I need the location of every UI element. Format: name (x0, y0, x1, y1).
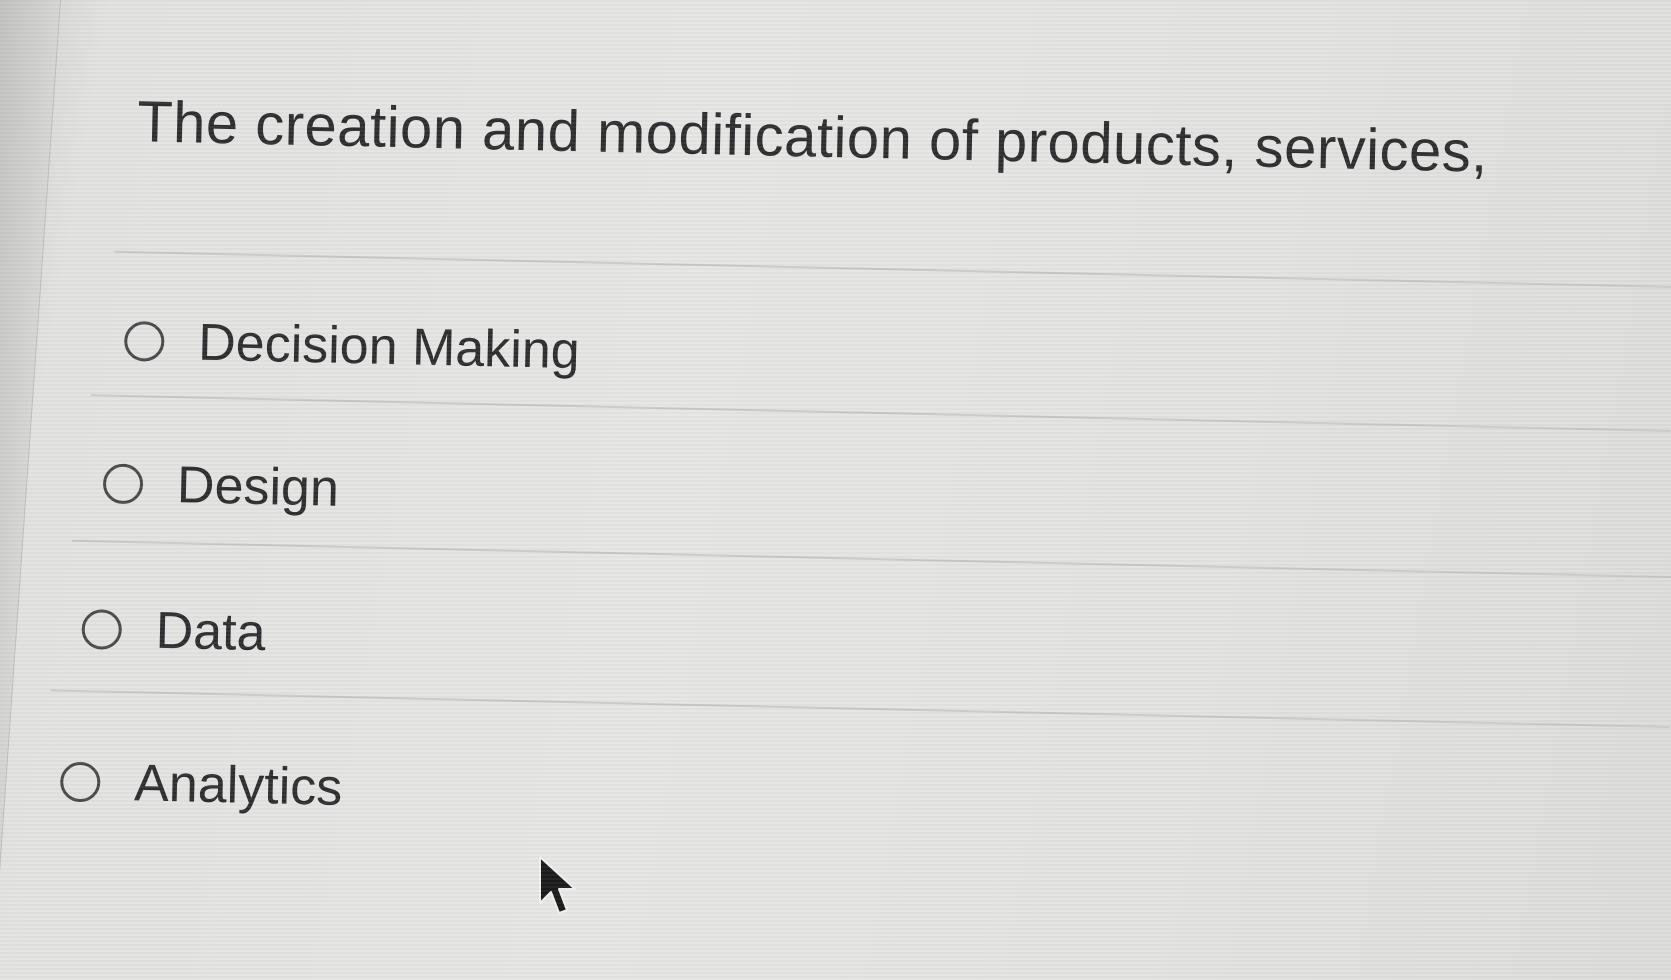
option-decision-making[interactable]: Decision Making (123, 311, 581, 381)
radio-button[interactable] (81, 609, 123, 650)
quiz-question-panel: The creation and modification of product… (0, 0, 1671, 980)
divider (91, 394, 1671, 433)
option-label: Analytics (133, 754, 343, 817)
divider (114, 250, 1671, 289)
option-label: Data (155, 601, 267, 663)
option-label: Design (176, 456, 340, 518)
radio-button[interactable] (102, 463, 144, 505)
option-analytics[interactable]: Analytics (59, 752, 343, 818)
divider (71, 539, 1671, 579)
radio-button[interactable] (123, 320, 165, 362)
option-data[interactable]: Data (81, 599, 266, 663)
question-text: The creation and modification of product… (136, 89, 1489, 185)
mouse-pointer-icon (539, 856, 576, 914)
radio-button[interactable] (59, 761, 101, 803)
divider (50, 689, 1670, 729)
option-label: Decision Making (197, 313, 581, 381)
option-design[interactable]: Design (102, 453, 340, 518)
screen: The creation and modification of product… (0, 0, 1671, 980)
